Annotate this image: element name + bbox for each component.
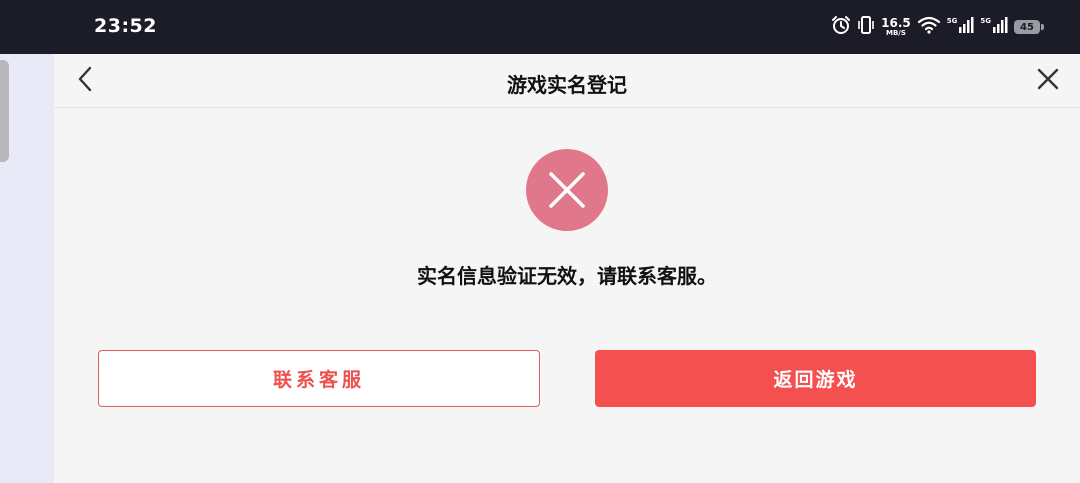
signal-icon bbox=[958, 16, 974, 38]
wifi-icon bbox=[917, 15, 941, 39]
page-title: 游戏实名登记 bbox=[507, 73, 627, 97]
signal-icon bbox=[992, 16, 1008, 38]
side-panel-handle[interactable] bbox=[0, 60, 9, 162]
verification-page: 游戏实名登记 实名信息验证无效，请联系客服。 联系客服 返回游戏 bbox=[54, 54, 1080, 483]
network-speed: 16.5 MB/S bbox=[881, 17, 911, 37]
close-icon bbox=[1036, 67, 1060, 95]
status-time: 23:52 bbox=[94, 15, 157, 37]
speed-value: 16.5 bbox=[881, 16, 911, 30]
status-bar: 23:52 16.5 MB/S 5G 5G 45 bbox=[0, 0, 1080, 54]
side-panel bbox=[0, 54, 54, 483]
speed-unit: MB/S bbox=[885, 29, 906, 37]
battery-level: 45 bbox=[1020, 21, 1034, 33]
sim2-signal: 5G bbox=[980, 16, 1008, 38]
battery-icon: 45 bbox=[1014, 20, 1044, 34]
status-icons: 16.5 MB/S 5G 5G 45 bbox=[831, 14, 1044, 40]
sim1-signal: 5G bbox=[947, 16, 975, 38]
sim2-tag: 5G bbox=[980, 17, 991, 25]
sim1-tag: 5G bbox=[946, 17, 958, 25]
error-x-icon bbox=[526, 149, 608, 231]
alarm-icon bbox=[831, 15, 851, 39]
contact-support-label: 联系客服 bbox=[272, 369, 365, 391]
return-to-game-label: 返回游戏 bbox=[773, 369, 858, 391]
vibrate-icon bbox=[857, 15, 875, 39]
contact-support-button[interactable]: 联系客服 bbox=[98, 350, 540, 407]
close-button[interactable] bbox=[1032, 65, 1064, 97]
return-to-game-button[interactable]: 返回游戏 bbox=[595, 350, 1036, 407]
error-message: 实名信息验证无效，请联系客服。 bbox=[417, 264, 717, 288]
nav-bar: 游戏实名登记 bbox=[54, 54, 1080, 108]
